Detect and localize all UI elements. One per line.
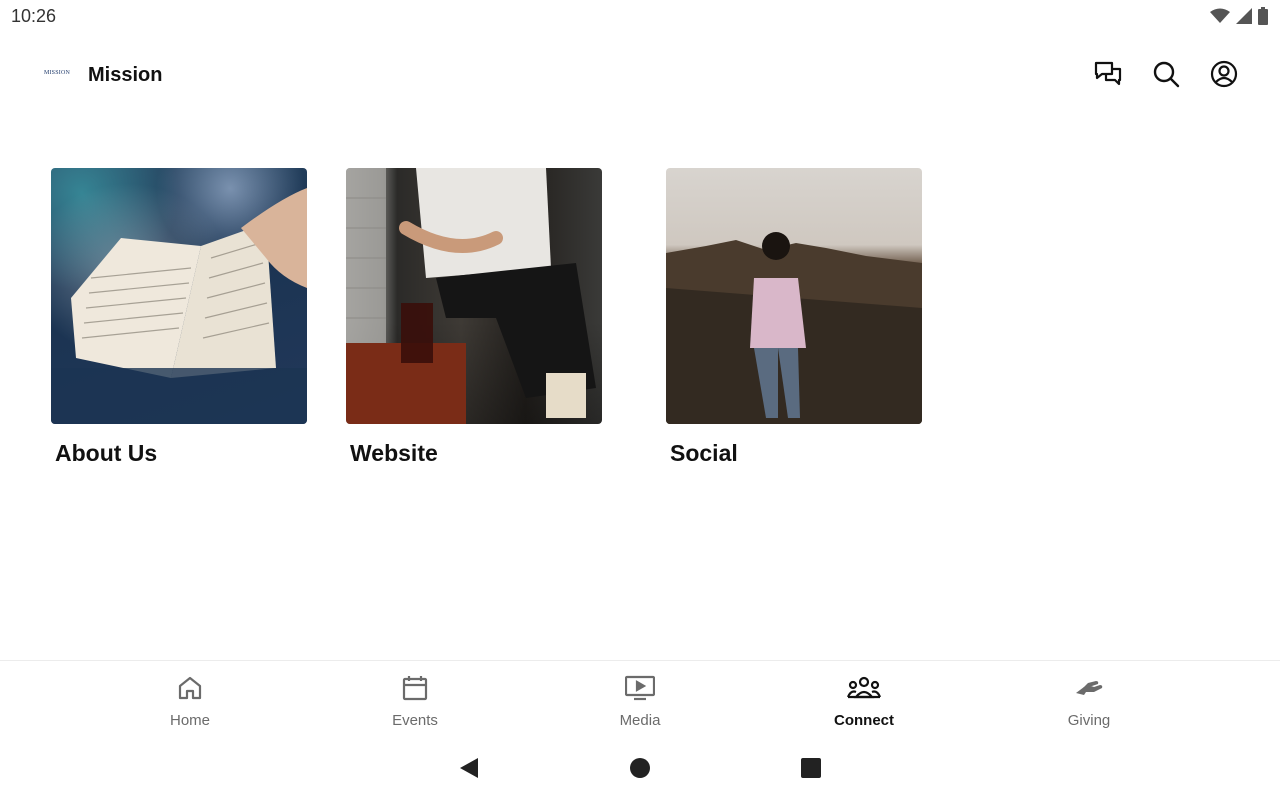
tile-label: Website: [350, 440, 438, 466]
status-bar: 10:26: [0, 0, 1280, 34]
nav-connect[interactable]: Connect: [804, 675, 924, 729]
cell-signal-icon: [1236, 8, 1252, 24]
system-back-button[interactable]: [455, 756, 483, 784]
tile-about-us[interactable]: About Us: [51, 168, 307, 467]
tile-label: Social: [670, 440, 738, 466]
home-icon: [177, 675, 203, 706]
nav-home[interactable]: Home: [130, 675, 250, 729]
nav-events[interactable]: Events: [355, 675, 475, 729]
tile-website[interactable]: Website: [346, 168, 602, 467]
bottom-nav: Home Events Media Connect Giving: [0, 660, 1280, 738]
system-recents-button[interactable]: [797, 756, 825, 784]
people-group-icon: [846, 675, 882, 706]
nav-giving[interactable]: Giving: [1029, 675, 1149, 729]
nav-label: Media: [619, 712, 661, 729]
chat-icon: [1094, 61, 1122, 92]
media-play-icon: [624, 675, 656, 706]
nav-label: Home: [169, 712, 210, 729]
nav-label: Events: [392, 712, 438, 729]
connect-tiles: About Us Website Social: [0, 168, 1280, 488]
giving-hand-icon: [1074, 675, 1104, 706]
person-seated-with-drink-photo: [346, 168, 602, 424]
chat-button[interactable]: [1088, 58, 1128, 94]
search-button[interactable]: [1146, 58, 1186, 94]
battery-icon: [1258, 7, 1268, 25]
wifi-icon: [1210, 8, 1230, 24]
open-bible-photo: [51, 168, 307, 424]
account-icon: [1210, 60, 1238, 93]
app-title: Mission: [88, 64, 163, 86]
nav-label: Connect: [834, 712, 894, 729]
status-icons: [1210, 7, 1268, 25]
nav-media[interactable]: Media: [580, 675, 700, 729]
appbar-actions: [1088, 58, 1244, 94]
woman-on-mountain-at-sunset-photo: [666, 168, 922, 424]
search-icon: [1152, 60, 1180, 93]
back-triangle-icon: [458, 756, 480, 785]
system-home-button[interactable]: [626, 756, 654, 784]
system-nav: [0, 740, 1280, 800]
account-button[interactable]: [1204, 58, 1244, 94]
tile-label: About Us: [55, 440, 158, 466]
nav-label: Giving: [1067, 712, 1111, 729]
home-circle-icon: [629, 757, 651, 784]
calendar-icon: [402, 675, 428, 706]
tile-social[interactable]: Social: [666, 168, 922, 467]
app-logo: MISSION: [42, 68, 72, 78]
status-time: 10:26: [11, 6, 57, 26]
app-bar: MISSION Mission: [0, 44, 1280, 108]
recents-square-icon: [800, 757, 822, 784]
logo-text: MISSION: [43, 70, 71, 76]
